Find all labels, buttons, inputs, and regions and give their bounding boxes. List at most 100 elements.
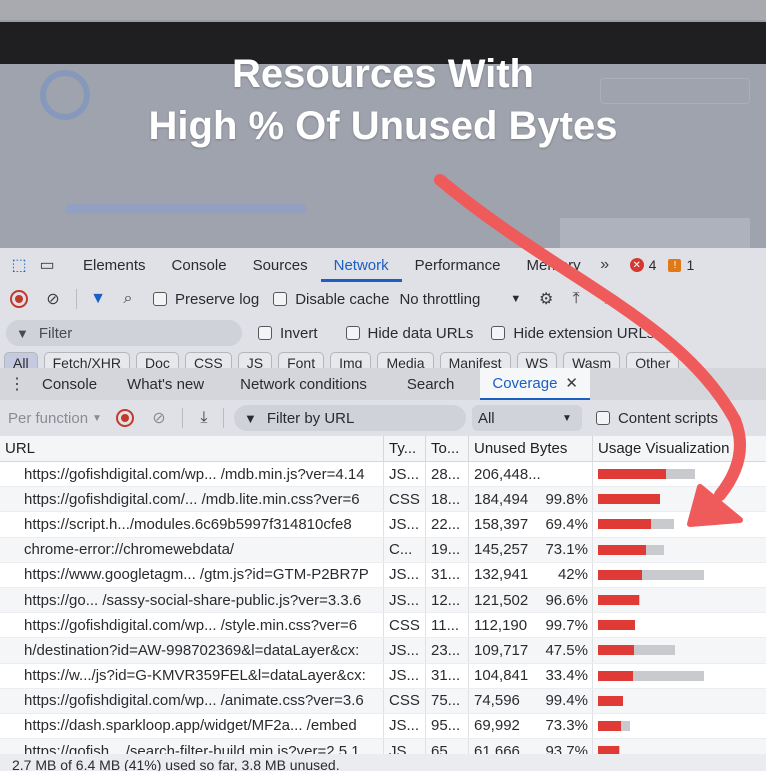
chip-media[interactable]: Media — [377, 352, 434, 368]
tab-performance[interactable]: Performance — [402, 248, 514, 282]
clear-icon[interactable]: ⊘ — [42, 288, 64, 310]
error-count-badge[interactable]: ✕ 4 — [629, 257, 656, 273]
drawer-tab-search[interactable]: Search — [395, 368, 467, 400]
unused-bytes-bar — [598, 620, 636, 631]
tab-elements[interactable]: Elements — [70, 248, 159, 282]
close-icon[interactable]: ✕ — [565, 374, 578, 392]
table-row[interactable]: https://script.h.../modules.6c69b5997f31… — [0, 512, 766, 538]
warning-count-badge[interactable]: ! 1 — [668, 257, 694, 273]
row-unused-percent: 33.4% — [545, 667, 588, 685]
chip-manifest[interactable]: Manifest — [439, 352, 511, 368]
network-filter-row: ▼ Filter Invert Hide data URLs Hide exten… — [0, 316, 766, 350]
chip-all[interactable]: All — [4, 352, 38, 368]
table-row[interactable]: https://dash.sparkloop.app/widget/MF2a..… — [0, 713, 766, 740]
more-tabs-icon[interactable]: » — [594, 254, 616, 276]
row-url: https://dash.sparkloop.app/widget/MF2a..… — [0, 713, 384, 739]
drawer-tab-network-conditions[interactable]: Network conditions — [228, 368, 379, 400]
start-instrumenting-icon[interactable] — [115, 409, 134, 427]
filter-placeholder: Filter — [38, 324, 73, 342]
tab-network[interactable]: Network — [320, 248, 402, 282]
column-header-type[interactable]: Ty... — [384, 436, 426, 461]
drawer-tab-whats-new[interactable]: What's new — [115, 368, 216, 400]
disable-cache-box[interactable] — [273, 292, 288, 306]
row-unused-value: 69,992 — [474, 717, 520, 735]
clear-coverage-icon[interactable]: ⊘ — [148, 407, 170, 429]
drawer-tab-coverage[interactable]: Coverage ✕ — [480, 368, 590, 400]
invert-checkbox[interactable]: Invert — [258, 325, 318, 342]
url-filter-input[interactable]: ▼ Filter by URL — [233, 405, 466, 431]
used-bytes-bar — [646, 544, 664, 555]
table-row[interactable]: https://gofishdigital.com/wp... /style.m… — [0, 613, 766, 639]
drawer-menu-icon[interactable]: ⋮ — [6, 373, 28, 395]
hide-data-urls-checkbox[interactable]: Hide data URLs — [345, 324, 474, 342]
chip-css[interactable]: CSS — [184, 352, 232, 368]
chip-ws[interactable]: WS — [516, 352, 558, 368]
preserve-log-checkbox[interactable]: Preserve log — [153, 291, 259, 308]
drawer-tab-console[interactable]: Console — [30, 368, 109, 400]
used-bytes-bar — [621, 720, 630, 731]
hide-extension-urls-checkbox[interactable]: Hide extension URLs — [491, 325, 654, 342]
row-unused-percent: 42% — [557, 566, 588, 584]
preserve-log-box[interactable] — [153, 292, 167, 306]
chip-img[interactable]: Img — [330, 352, 372, 368]
table-row[interactable]: https://go... /sassy-social-share-public… — [0, 587, 766, 614]
chip-js[interactable]: JS — [237, 352, 273, 368]
hide-extension-urls-box[interactable] — [491, 326, 506, 340]
column-header-url[interactable]: URL — [0, 436, 384, 461]
chip-fetch-xhr[interactable]: Fetch/XHR — [43, 352, 131, 368]
row-unused-bytes: 104,841 33.4% — [469, 663, 593, 688]
column-header-unused-bytes[interactable]: Unused Bytes — [469, 436, 593, 461]
table-row[interactable]: https://gofishdigital.com/wp... /animate… — [0, 688, 766, 714]
stop-recording-icon[interactable] — [10, 290, 28, 308]
invert-box[interactable] — [258, 326, 272, 340]
table-row[interactable]: h/destination?id=AW-998702369&l=dataLaye… — [0, 638, 766, 664]
content-scripts-checkbox[interactable]: Content scripts — [595, 410, 718, 427]
row-type: CSS — [384, 688, 426, 713]
row-unused-value: 112,190 — [474, 616, 528, 634]
hide-data-urls-box[interactable] — [345, 326, 360, 340]
table-row[interactable]: https://gofishdigital.com/wp... /mdb.min… — [0, 462, 766, 488]
filter-input[interactable]: ▼ Filter — [6, 320, 242, 346]
row-unused-value: 104,841 — [474, 667, 529, 685]
tab-console[interactable]: Console — [159, 248, 240, 282]
chip-wasm[interactable]: Wasm — [563, 352, 621, 368]
column-header-total[interactable]: To... — [426, 436, 469, 461]
network-conditions-icon[interactable]: ⚙ — [535, 288, 557, 310]
row-unused-percent: 99.4% — [545, 692, 588, 710]
device-toolbar-icon[interactable]: ▭ — [36, 254, 58, 276]
chip-other[interactable]: Other — [626, 352, 680, 368]
coverage-type-select[interactable]: All ▼ — [471, 405, 582, 431]
used-bytes-bar — [642, 569, 704, 580]
hide-data-urls-label: Hide data URLs — [367, 324, 474, 342]
search-icon[interactable]: ⌕ — [117, 288, 139, 310]
export-har-icon[interactable]: ⤓ — [597, 288, 619, 310]
inspect-element-icon[interactable]: ⬚ — [8, 254, 30, 276]
table-row[interactable]: https://gofish... /search-filter-build.m… — [0, 739, 766, 754]
content-scripts-box[interactable] — [595, 411, 610, 425]
row-total: 65... — [426, 739, 469, 754]
chip-doc[interactable]: Doc — [136, 352, 179, 368]
tab-sources[interactable]: Sources — [240, 248, 321, 282]
usage-bar — [598, 620, 636, 631]
row-total: 11... — [426, 613, 469, 638]
tab-memory[interactable]: Memory — [514, 248, 594, 282]
per-function-label: Per function — [8, 409, 89, 427]
export-coverage-icon[interactable]: ⤓ — [193, 407, 215, 429]
chip-font[interactable]: Font — [278, 352, 325, 368]
table-row[interactable]: https://gofishdigital.com/... /mdb.lite.… — [0, 487, 766, 513]
table-row[interactable]: chrome-error://chromewebdata/C... 19... 14… — [0, 537, 766, 563]
usage-bar — [598, 720, 630, 731]
import-har-icon[interactable]: ⤒ — [565, 288, 587, 310]
row-url: https://gofish... /search-filter-build.m… — [0, 739, 384, 754]
disable-cache-checkbox[interactable]: Disable cache — [273, 291, 389, 308]
table-row[interactable]: https://w.../js?id=G-KMVR359FEL&l=dataLa… — [0, 663, 766, 689]
headline-line-2: High % Of Unused Bytes — [148, 104, 618, 148]
column-header-usage-visualization[interactable]: Usage Visualization — [593, 436, 766, 461]
row-usage-visualization — [593, 739, 766, 754]
throttling-select[interactable]: No throttling ▼ — [399, 291, 521, 308]
unused-bytes-bar — [598, 494, 660, 505]
usage-bar — [598, 469, 695, 480]
per-function-select[interactable]: Per function ▼ — [8, 410, 102, 427]
table-row[interactable]: https://www.googletagm... /gtm.js?id=GTM… — [0, 562, 766, 588]
filter-icon[interactable]: ▼ — [87, 288, 109, 310]
